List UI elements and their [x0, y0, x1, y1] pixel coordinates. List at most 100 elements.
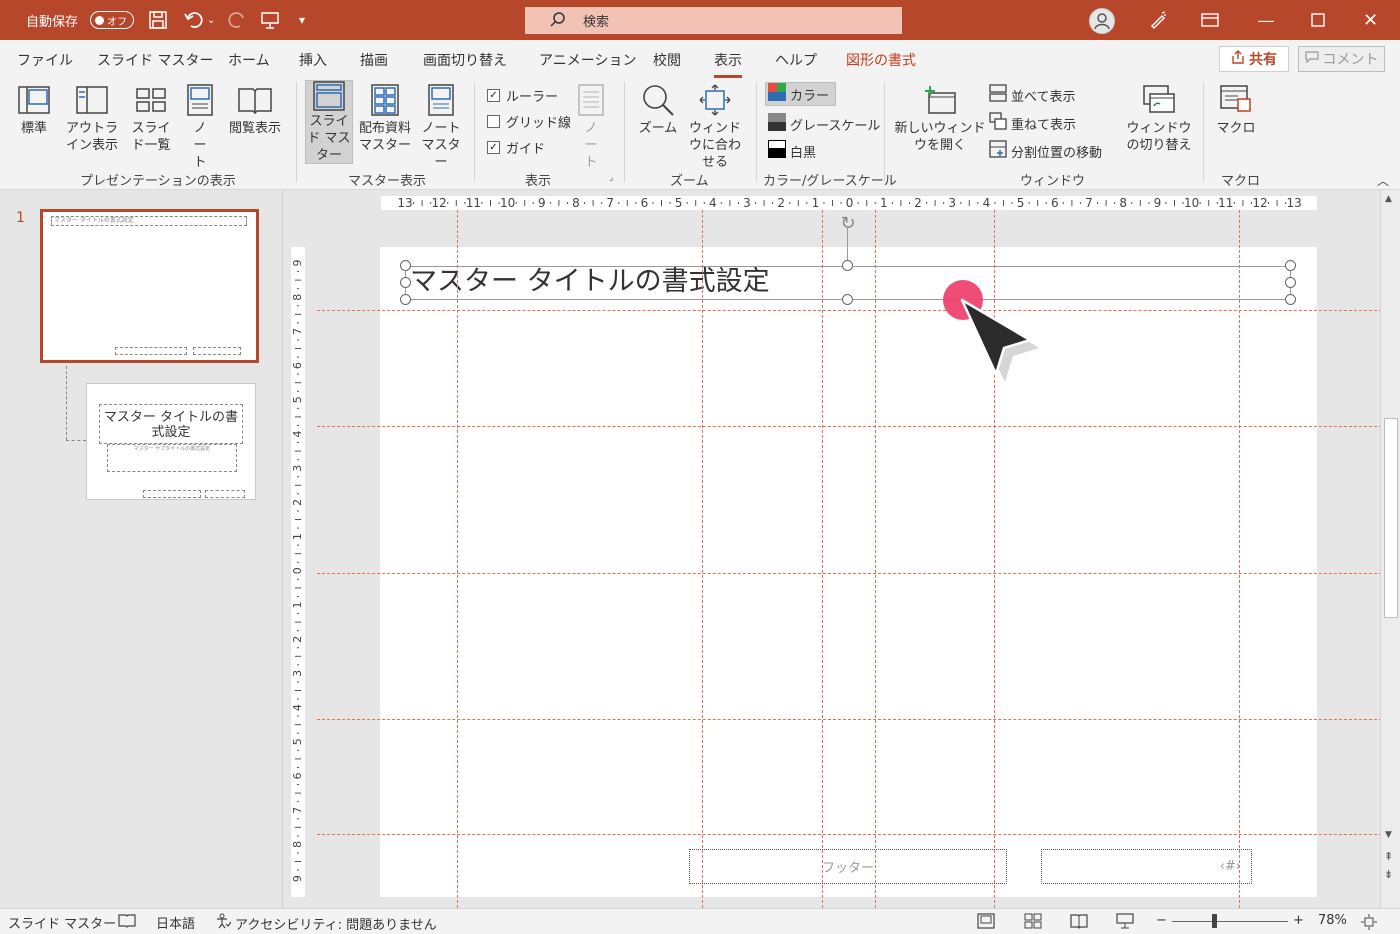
rotate-handle-icon[interactable]: ↻ — [838, 214, 858, 234]
horizontal-guide[interactable] — [317, 834, 1382, 835]
switch-windows-button[interactable]: ウィンドウの切り替え — [1122, 82, 1196, 154]
handout-master-button[interactable]: 配布資料 マスター — [356, 82, 414, 154]
language-indicator[interactable]: 日本語 — [156, 913, 195, 932]
ruler-label: 7 — [291, 328, 304, 335]
zoom-slider-thumb[interactable] — [1212, 914, 1217, 928]
slide-sorter-status-icon[interactable] — [1024, 913, 1042, 929]
zoom-button[interactable]: ズーム — [636, 82, 680, 137]
vertical-guide[interactable] — [702, 210, 703, 908]
notes-master-button[interactable]: ノート マスター — [418, 82, 464, 171]
ruler-label: 6 — [641, 196, 649, 210]
tab-review[interactable]: 校閲 — [653, 50, 681, 70]
grayscale-button[interactable]: グレースケール — [768, 113, 880, 135]
zoom-slider[interactable] — [1172, 921, 1288, 922]
accessibility-status[interactable]: アクセシビリティ: 問題ありません — [215, 913, 437, 933]
slide-sorter-button[interactable]: スライド一覧 — [128, 82, 174, 154]
slide-master-view-button[interactable]: スライド マスター — [305, 80, 353, 164]
resize-handle[interactable] — [400, 294, 411, 305]
fit-slide-icon[interactable] — [1360, 913, 1378, 931]
tab-draw[interactable]: 描画 — [360, 50, 388, 70]
vertical-guide[interactable] — [1239, 210, 1240, 908]
save-icon[interactable] — [148, 0, 168, 40]
notes-button[interactable]: ノート — [572, 82, 610, 171]
comment-button[interactable]: コメント — [1298, 46, 1385, 72]
horizontal-guide[interactable] — [317, 310, 1382, 311]
color-label: カラー — [790, 88, 830, 104]
guides-checkbox[interactable]: ✓ ガイド — [487, 138, 545, 157]
scroll-down-icon[interactable]: ▼ — [1385, 830, 1392, 840]
tab-home[interactable]: ホーム — [228, 50, 270, 70]
tab-transitions[interactable]: 画面切り替え — [423, 50, 507, 70]
undo-icon[interactable] — [183, 0, 205, 40]
normal-view-button[interactable]: 標準 — [12, 82, 56, 137]
black-white-button[interactable]: 白黒 — [768, 140, 816, 162]
layout-thumbnail[interactable]: マスター タイトルの書式設定 マスター サブタイトルの書式設定 — [86, 383, 256, 500]
zoom-level[interactable]: 78% — [1318, 913, 1347, 928]
reading-view-button[interactable]: 閲覧表示 — [224, 82, 286, 137]
tab-slide-master[interactable]: スライド マスター — [97, 50, 213, 70]
cascade-button[interactable]: 重ねて表示 — [989, 112, 1076, 134]
slide-number-placeholder[interactable]: ‹#› — [1041, 849, 1252, 884]
show-dialog-launcher-icon[interactable]: ⌟ — [609, 173, 613, 183]
slide-canvas[interactable] — [380, 247, 1317, 897]
resize-handle[interactable] — [842, 260, 853, 271]
footer-placeholder[interactable]: フッター — [689, 849, 1007, 884]
outline-view-button[interactable]: アウトライン表示 — [60, 82, 124, 154]
redo-icon[interactable] — [226, 0, 248, 40]
fit-to-window-button[interactable]: ウィンドウに合わせる — [684, 82, 746, 171]
account-avatar-icon[interactable] — [1089, 8, 1115, 34]
autosave-toggle[interactable]: オフ — [90, 0, 134, 40]
ruler-label: 3 — [948, 196, 956, 210]
resize-handle[interactable] — [1285, 294, 1296, 305]
ribbon-display-options-icon[interactable] — [1201, 0, 1219, 40]
horizontal-guide[interactable] — [317, 719, 1382, 720]
horizontal-guide[interactable] — [317, 426, 1382, 427]
normal-view-status-icon[interactable] — [977, 913, 995, 929]
resize-handle[interactable] — [400, 260, 411, 271]
tab-help[interactable]: ヘルプ — [775, 50, 817, 70]
tab-file[interactable]: ファイル — [17, 50, 73, 70]
next-slide-icon[interactable]: ⇟ — [1384, 868, 1393, 881]
vertical-scrollbar[interactable]: ▲ ▼ ⇞ ⇟ — [1380, 190, 1400, 908]
gridlines-checkbox[interactable]: グリッド線 — [487, 112, 571, 131]
tab-insert[interactable]: 挿入 — [299, 50, 327, 70]
ruler-checkbox[interactable]: ✓ ルーラー — [487, 86, 558, 105]
color-button[interactable]: カラー — [765, 82, 837, 106]
close-icon[interactable]: ✕ — [1363, 0, 1378, 40]
macros-button[interactable]: マクロ — [1214, 82, 1258, 137]
vertical-guide[interactable] — [875, 210, 876, 908]
slide-master-thumbnail[interactable]: マスター タイトルの書式設定 — [40, 209, 259, 363]
collapse-ribbon-icon[interactable]: ︿ — [1377, 172, 1389, 189]
spelling-check-icon[interactable] — [118, 913, 136, 929]
search-input[interactable]: 検索 — [525, 7, 902, 34]
zoom-in-icon[interactable]: + — [1293, 913, 1304, 928]
notes-page-button[interactable]: ノート — [183, 82, 217, 171]
share-button[interactable]: 共有 — [1219, 46, 1289, 72]
scroll-up-icon[interactable]: ▲ — [1385, 194, 1392, 204]
undo-dropdown-icon[interactable]: ⌄ — [207, 0, 215, 40]
maximize-icon[interactable] — [1311, 0, 1325, 40]
previous-slide-icon[interactable]: ⇞ — [1384, 850, 1393, 863]
customize-qat-icon[interactable]: ▾ — [299, 0, 305, 40]
minimize-icon[interactable]: ― — [1258, 0, 1274, 40]
designer-pen-icon[interactable] — [1148, 0, 1168, 40]
resize-handle[interactable] — [1285, 277, 1296, 288]
vertical-guide[interactable] — [822, 210, 823, 908]
vertical-guide[interactable] — [457, 210, 458, 908]
zoom-out-icon[interactable]: − — [1156, 913, 1167, 928]
new-window-button[interactable]: 新しいウィンドウを開く — [894, 82, 986, 154]
tab-view[interactable]: 表示 — [714, 50, 742, 78]
scrollbar-thumb[interactable] — [1384, 418, 1398, 618]
resize-handle[interactable] — [1285, 260, 1296, 271]
tab-animations[interactable]: アニメーション — [539, 50, 636, 70]
arrange-all-button[interactable]: 並べて表示 — [989, 84, 1075, 106]
present-from-beginning-icon[interactable] — [260, 0, 280, 40]
resize-handle[interactable] — [400, 277, 411, 288]
resize-handle[interactable] — [842, 294, 853, 305]
slideshow-status-icon[interactable] — [1116, 913, 1134, 929]
horizontal-guide[interactable] — [317, 573, 1382, 574]
move-split-button[interactable]: 分割位置の移動 — [989, 140, 1102, 162]
ruler-label: ルーラー — [506, 90, 559, 105]
tab-shape-format[interactable]: 図形の書式 — [846, 50, 916, 70]
reading-view-status-icon[interactable] — [1070, 913, 1088, 929]
